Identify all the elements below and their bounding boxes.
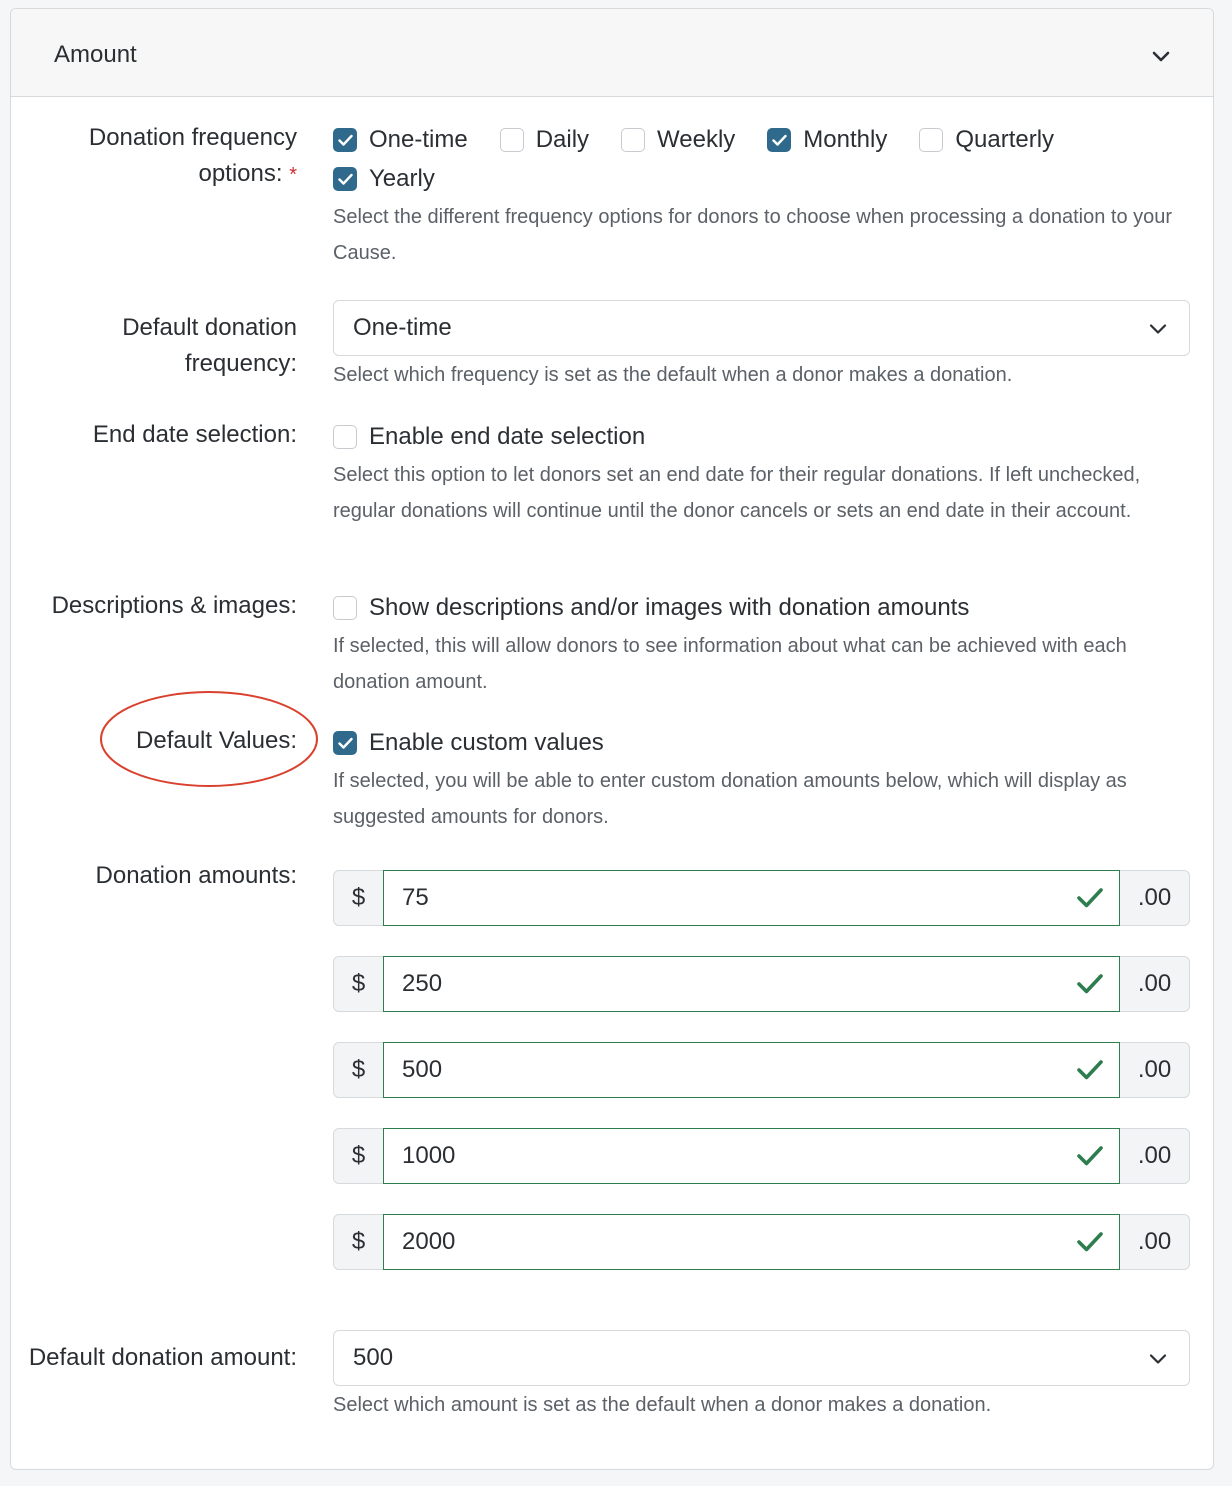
- frequency-options-row-2: Yearly: [333, 165, 467, 193]
- amount-input[interactable]: 250: [383, 956, 1120, 1012]
- end-date-row: Enable end date selection: [333, 423, 677, 451]
- default-frequency-select[interactable]: One-time: [333, 300, 1190, 356]
- required-marker: *: [289, 164, 297, 186]
- amount-value: 75: [402, 884, 429, 911]
- amount-row: $ 75 .00: [333, 870, 1190, 926]
- checkbox-one-time[interactable]: [333, 128, 357, 152]
- valid-check-icon: [1077, 1232, 1103, 1252]
- checkbox-label-custom-values[interactable]: Enable custom values: [369, 729, 604, 757]
- amount-input[interactable]: 500: [383, 1042, 1120, 1098]
- amount-input[interactable]: 75: [383, 870, 1120, 926]
- currency-prefix: $: [333, 1042, 383, 1098]
- descriptions-label: Descriptions & images:: [51, 592, 297, 619]
- currency-prefix: $: [333, 870, 383, 926]
- checkbox-label-quarterly[interactable]: Quarterly: [955, 126, 1054, 154]
- checkbox-label-descriptions[interactable]: Show descriptions and/or images with don…: [369, 594, 969, 622]
- currency-prefix: $: [333, 956, 383, 1012]
- checkbox-label-monthly[interactable]: Monthly: [803, 126, 887, 154]
- checkbox-yearly[interactable]: [333, 167, 357, 191]
- frequency-options-row-1: One-time Daily Weekly Monthly Quarterly: [333, 126, 1086, 154]
- check-icon: [338, 134, 353, 146]
- check-icon: [338, 173, 353, 185]
- default-amount-help: Select which amount is set as the defaul…: [333, 1394, 992, 1416]
- default-values-row: Enable custom values: [333, 729, 636, 757]
- donation-amounts-label: Donation amounts:: [95, 862, 297, 889]
- amount-value: 500: [402, 1056, 443, 1083]
- checkbox-label-one-time[interactable]: One-time: [369, 126, 468, 154]
- currency-prefix: $: [333, 1128, 383, 1184]
- frequency-options-help: Select the different frequency options f…: [333, 206, 1173, 264]
- amount-row: $ 2000 .00: [333, 1214, 1190, 1270]
- check-icon: [338, 737, 353, 749]
- end-date-label: End date selection:: [92, 421, 297, 448]
- checkbox-descriptions[interactable]: [333, 596, 357, 620]
- default-amount-value: 500: [353, 1344, 394, 1371]
- frequency-options-label: Donation frequency options: *: [20, 120, 297, 193]
- valid-check-icon: [1077, 1146, 1103, 1166]
- default-frequency-value: One-time: [353, 314, 452, 341]
- checkbox-label-end-date[interactable]: Enable end date selection: [369, 423, 645, 451]
- cents-suffix: .00: [1120, 1128, 1190, 1184]
- descriptions-row: Show descriptions and/or images with don…: [333, 594, 1001, 622]
- valid-check-icon: [1077, 888, 1103, 908]
- checkbox-label-daily[interactable]: Daily: [536, 126, 589, 154]
- chevron-down-icon: [1149, 324, 1167, 334]
- amount-row: $ 500 .00: [333, 1042, 1190, 1098]
- default-values-label: Default Values:: [136, 727, 297, 754]
- amount-value: 2000: [402, 1228, 456, 1255]
- checkbox-custom-values[interactable]: [333, 731, 357, 755]
- panel-header[interactable]: Amount: [11, 9, 1213, 97]
- currency-prefix: $: [333, 1214, 383, 1270]
- amount-value: 1000: [402, 1142, 456, 1169]
- valid-check-icon: [1077, 1060, 1103, 1080]
- cents-suffix: .00: [1120, 1214, 1190, 1270]
- chevron-down-icon: [1149, 1354, 1167, 1364]
- amount-row: $ 250 .00: [333, 956, 1190, 1012]
- checkbox-end-date[interactable]: [333, 425, 357, 449]
- panel-title: Amount: [54, 41, 137, 68]
- checkbox-weekly[interactable]: [621, 128, 646, 152]
- default-amount-select[interactable]: 500: [333, 1330, 1190, 1386]
- checkbox-monthly[interactable]: [767, 128, 792, 152]
- checkbox-label-yearly[interactable]: Yearly: [369, 165, 435, 193]
- amount-input[interactable]: 2000: [383, 1214, 1120, 1270]
- chevron-down-icon[interactable]: [1149, 45, 1173, 69]
- cents-suffix: .00: [1120, 956, 1190, 1012]
- default-frequency-help: Select which frequency is set as the def…: [333, 364, 1013, 386]
- valid-check-icon: [1077, 974, 1103, 994]
- amount-input[interactable]: 1000: [383, 1128, 1120, 1184]
- frequency-options-label-text: Donation frequency options:: [88, 124, 297, 187]
- checkbox-label-weekly[interactable]: Weekly: [657, 126, 735, 154]
- checkbox-daily[interactable]: [499, 128, 524, 152]
- check-icon: [772, 134, 787, 146]
- amount-value: 250: [402, 970, 443, 997]
- checkbox-quarterly[interactable]: [919, 128, 944, 152]
- cents-suffix: .00: [1120, 870, 1190, 926]
- default-amount-label: Default donation amount:: [28, 1344, 297, 1371]
- default-values-help: If selected, you will be able to enter c…: [333, 770, 1127, 828]
- amount-row: $ 1000 .00: [333, 1128, 1190, 1184]
- descriptions-help: If selected, this will allow donors to s…: [333, 635, 1127, 693]
- default-frequency-label: Default donation frequency:: [122, 314, 297, 377]
- cents-suffix: .00: [1120, 1042, 1190, 1098]
- end-date-help: Select this option to let donors set an …: [333, 464, 1141, 522]
